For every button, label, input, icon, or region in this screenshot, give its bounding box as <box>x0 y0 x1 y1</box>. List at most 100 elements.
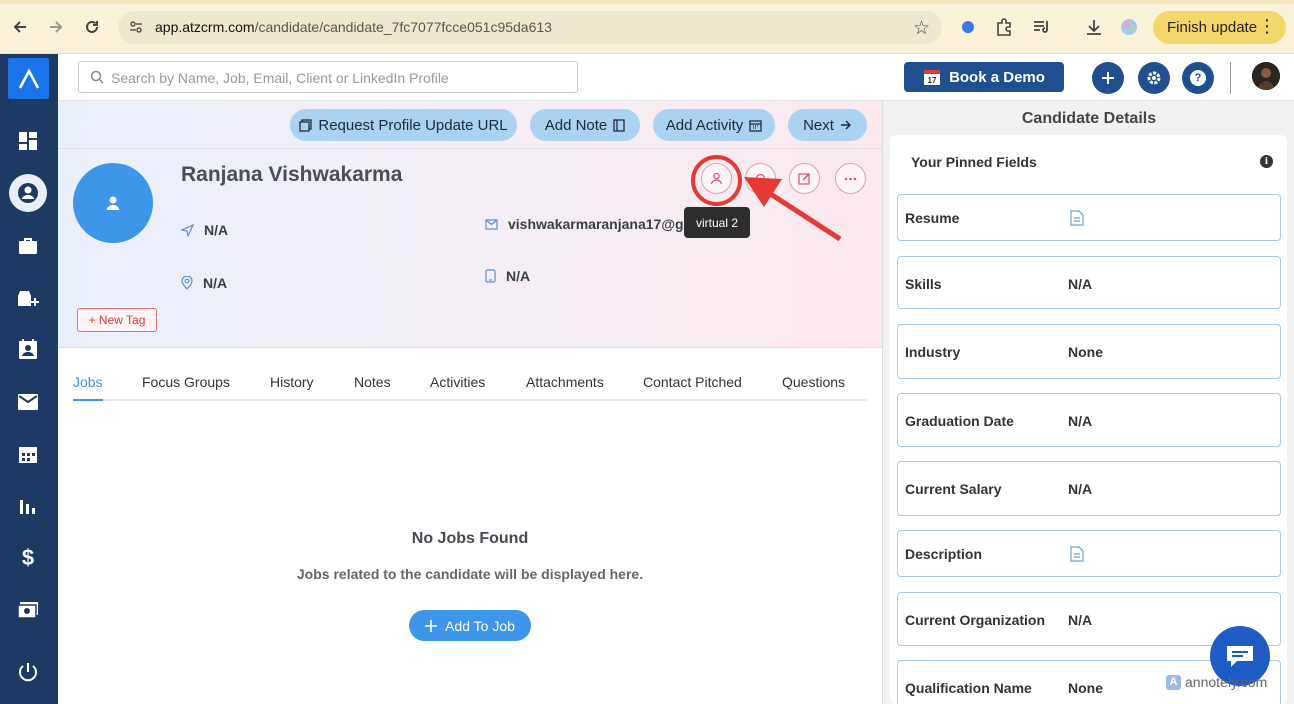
url-text: app.atzcrm.com/candidate/candidate_7fc70… <box>155 19 552 35</box>
more-horiz-icon <box>844 177 857 180</box>
position-value: N/A <box>204 222 229 238</box>
field-label: Graduation Date <box>905 413 1014 429</box>
candidate-details-panel: Candidate Details Your Pinned Fields i R… <box>882 101 1294 704</box>
field-label: Industry <box>905 344 961 360</box>
field-label: Resume <box>905 210 960 226</box>
field-value: N/A <box>1068 481 1093 497</box>
add-note-button[interactable]: Add Note <box>530 109 640 141</box>
dollar-icon[interactable]: $ <box>14 544 42 572</box>
tooltip: virtual 2 <box>684 207 750 238</box>
document-icon[interactable] <box>1070 210 1084 231</box>
tab-notes[interactable]: Notes <box>354 374 391 390</box>
tab-questions[interactable]: Questions <box>782 374 845 390</box>
empty-state-title: No Jobs Found <box>411 530 529 547</box>
chat-icon <box>1227 646 1253 667</box>
app-logo[interactable] <box>8 58 49 99</box>
help-button[interactable]: ? <box>1182 62 1214 94</box>
candidate-location: N/A <box>181 275 227 291</box>
new-tag-button[interactable]: + New Tag <box>77 308 157 332</box>
jobs-briefcase-icon[interactable] <box>14 232 42 260</box>
candidate-phone[interactable]: N/A <box>485 268 530 284</box>
field-label: Qualification Name <box>905 680 1032 696</box>
svg-text:17: 17 <box>928 76 937 85</box>
field-graduation-date[interactable]: Graduation Date N/A <box>897 393 1281 447</box>
arrow-right-icon <box>840 120 851 130</box>
book-demo-button[interactable]: 17 Book a Demo <box>904 62 1064 92</box>
annotely-logo-icon: A <box>1166 674 1181 690</box>
header-divider <box>1230 62 1231 94</box>
calendar-icon[interactable] <box>14 440 42 468</box>
reports-bar-icon[interactable] <box>14 492 42 520</box>
tab-history[interactable]: History <box>270 374 314 390</box>
tab-search-icon[interactable] <box>1030 16 1052 38</box>
location-value: N/A <box>203 275 228 291</box>
location-pin-icon <box>181 276 193 290</box>
search-icon <box>90 70 104 89</box>
global-search-input[interactable]: Search by Name, Job, Email, Client or Li… <box>78 61 578 93</box>
annotation-highlight-circle <box>691 155 742 206</box>
next-label: Next <box>803 116 834 134</box>
candidate-name: Ranjana Vishwakarma <box>181 163 403 186</box>
field-label: Skills <box>905 276 942 292</box>
add-plus-button[interactable] <box>1092 62 1124 94</box>
user-avatar[interactable] <box>1252 62 1280 90</box>
help-icon: ? <box>1190 70 1206 86</box>
finish-update-button[interactable]: Finish update ⋮ <box>1153 11 1286 44</box>
reload-icon[interactable] <box>81 16 103 38</box>
field-current-salary[interactable]: Current Salary N/A <box>897 461 1281 516</box>
book-demo-label: Book a Demo <box>949 68 1045 86</box>
profile-header: Request Profile Update URL Add Note Add … <box>58 101 882 348</box>
field-label: Current Salary <box>905 481 1002 497</box>
address-bar[interactable]: app.atzcrm.com/candidate/candidate_7fc70… <box>118 11 942 44</box>
profile-globe-icon[interactable] <box>1118 16 1140 38</box>
request-profile-url-button[interactable]: Request Profile Update URL <box>290 109 517 141</box>
search-placeholder: Search by Name, Job, Email, Client or Li… <box>111 70 449 86</box>
tab-attachments[interactable]: Attachments <box>526 374 604 390</box>
more-vert-icon[interactable]: ⋮ <box>1258 17 1276 35</box>
next-button[interactable]: Next <box>788 109 867 141</box>
tab-contact-pitched[interactable]: Contact Pitched <box>643 374 742 390</box>
contacts-icon[interactable] <box>14 336 42 364</box>
field-industry[interactable]: Industry None <box>897 324 1281 379</box>
tab-strip-edge <box>0 0 1294 4</box>
add-activity-label: Add Activity <box>665 116 744 134</box>
add-note-label: Add Note <box>544 116 608 134</box>
bookmark-star-icon[interactable]: ☆ <box>913 17 930 40</box>
browser-toolbar: app.atzcrm.com/candidate/candidate_7fc70… <box>0 0 1294 54</box>
back-icon[interactable] <box>9 16 31 38</box>
phone-icon <box>485 269 496 283</box>
annotely-watermark: A annotely.com <box>1166 674 1267 690</box>
download-icon[interactable] <box>1083 16 1105 38</box>
settings-gear-button[interactable] <box>1138 62 1170 94</box>
puzzle-icon[interactable] <box>993 16 1015 38</box>
person-icon <box>106 196 120 210</box>
forward-icon[interactable] <box>45 16 67 38</box>
billing-icon[interactable] <box>14 596 42 624</box>
field-value: N/A <box>1068 276 1093 292</box>
add-activity-button[interactable]: Add Activity <box>653 109 775 141</box>
extension-dot-icon[interactable] <box>957 16 979 38</box>
candidates-icon[interactable] <box>9 174 47 212</box>
pinned-fields-title: Your Pinned Fields <box>911 154 1037 170</box>
mail-icon[interactable] <box>14 388 42 416</box>
dashboard-icon[interactable] <box>14 127 42 155</box>
tab-jobs[interactable]: Jobs <box>73 374 103 390</box>
tab-activities[interactable]: Activities <box>430 374 485 390</box>
sidebar: $ <box>0 54 58 704</box>
activity-calendar-icon <box>749 119 762 132</box>
field-skills[interactable]: Skills N/A <box>897 256 1281 309</box>
info-icon[interactable]: i <box>1260 155 1273 168</box>
field-resume[interactable]: Resume <box>897 194 1281 241</box>
add-client-icon[interactable] <box>14 284 42 312</box>
tab-focus-groups[interactable]: Focus Groups <box>142 374 230 390</box>
site-info-icon[interactable] <box>128 19 144 35</box>
add-to-job-button[interactable]: Add To Job <box>409 610 531 641</box>
candidate-email[interactable]: vishwakarmaranjana17@gm <box>485 216 696 232</box>
field-value: N/A <box>1068 413 1093 429</box>
field-description[interactable]: Description <box>897 530 1281 577</box>
app-header: Search by Name, Job, Email, Client or Li… <box>58 54 1294 101</box>
power-icon[interactable] <box>14 658 42 686</box>
candidate-main-panel: Request Profile Update URL Add Note Add … <box>58 101 882 704</box>
request-profile-label: Request Profile Update URL <box>318 116 508 134</box>
document-icon[interactable] <box>1070 546 1084 567</box>
